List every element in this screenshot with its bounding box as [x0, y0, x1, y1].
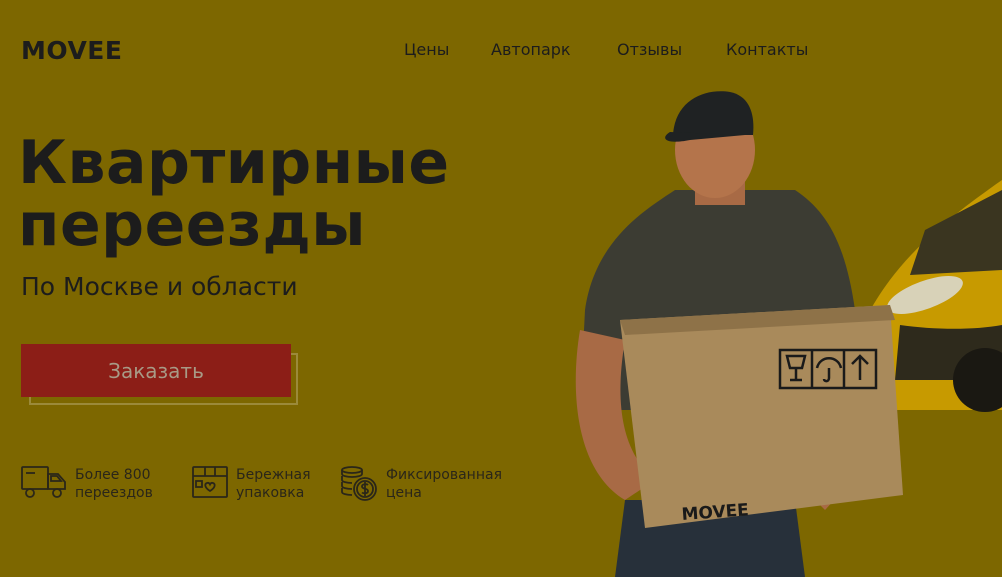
feature-text: Бережная упаковка — [236, 466, 310, 502]
cta-block: Заказать — [21, 344, 300, 406]
nav-link-fleet[interactable]: Автопарк — [491, 40, 571, 59]
mover-cap — [673, 91, 754, 135]
package-icon — [192, 466, 228, 498]
truck-icon — [21, 466, 66, 498]
feature-line-2: цена — [386, 485, 422, 501]
feature-line-2: переездов — [75, 485, 153, 501]
feature-moves-count: Более 800 переездов — [21, 464, 153, 502]
nav-link-contacts[interactable]: Контакты — [726, 40, 808, 59]
hero-title-line-2: переезды — [18, 190, 367, 260]
feature-careful-packing: Бережная упаковка — [192, 464, 310, 502]
feature-line-2: упаковка — [236, 485, 305, 501]
nav-link-reviews[interactable]: Отзывы — [617, 40, 682, 59]
hero-title: Квартирные переезды — [18, 132, 450, 256]
feature-text: Фиксированная цена — [386, 466, 502, 502]
feature-fixed-price: Фиксированная цена — [340, 464, 502, 502]
feature-text: Более 800 переездов — [75, 466, 153, 502]
order-button[interactable]: Заказать — [21, 344, 291, 397]
hero-subtitle: По Москве и области — [21, 272, 298, 301]
feature-line-1: Фиксированная — [386, 467, 502, 483]
feature-line-1: Бережная — [236, 467, 311, 483]
feature-line-1: Более 800 — [75, 467, 151, 483]
cardboard-box: MOVEE — [620, 305, 903, 528]
nav-link-prices[interactable]: Цены — [404, 40, 449, 59]
hero-title-line-1: Квартирные — [18, 128, 450, 198]
coins-icon — [341, 466, 377, 501]
hero-photo-mover: MOVEE — [575, 91, 1002, 577]
brand-logo[interactable]: MOVEE — [21, 36, 122, 65]
